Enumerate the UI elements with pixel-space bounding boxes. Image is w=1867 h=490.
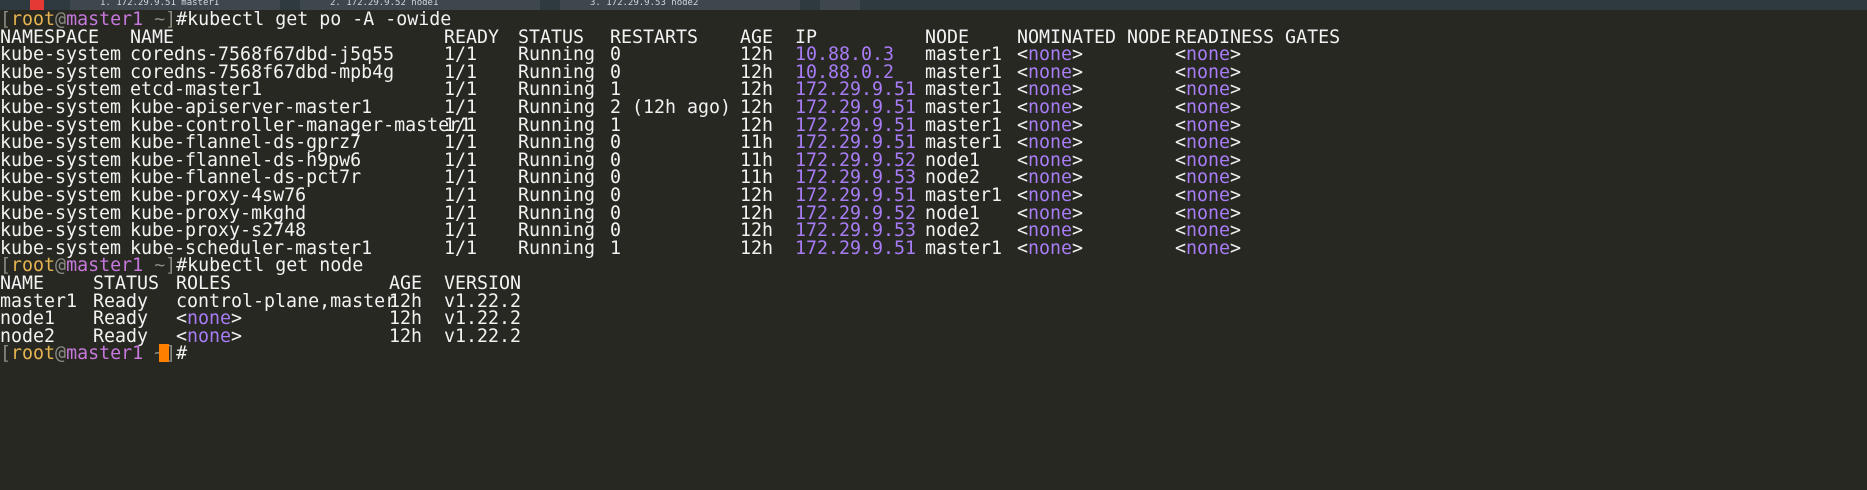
prompt-line: [root@master1 ~]# bbox=[0, 343, 1867, 364]
tab-label: 3. 172.29.9.53 node2 bbox=[590, 0, 699, 8]
prompt-symbol: # bbox=[176, 343, 188, 365]
prompt-host: master1 bbox=[66, 343, 144, 365]
terminal[interactable]: [root@master1 ~]#kubectl get po -A -owid… bbox=[0, 9, 1867, 490]
prompt-bracket: [ bbox=[0, 343, 12, 365]
prompt-at: @ bbox=[55, 343, 67, 365]
tab-label: 2. 172.29.9.52 node1 bbox=[330, 0, 439, 8]
prompt-user: root bbox=[11, 343, 56, 365]
tab-label: 1. 172.29.9.51 master1 bbox=[100, 0, 220, 8]
cursor bbox=[158, 344, 169, 363]
